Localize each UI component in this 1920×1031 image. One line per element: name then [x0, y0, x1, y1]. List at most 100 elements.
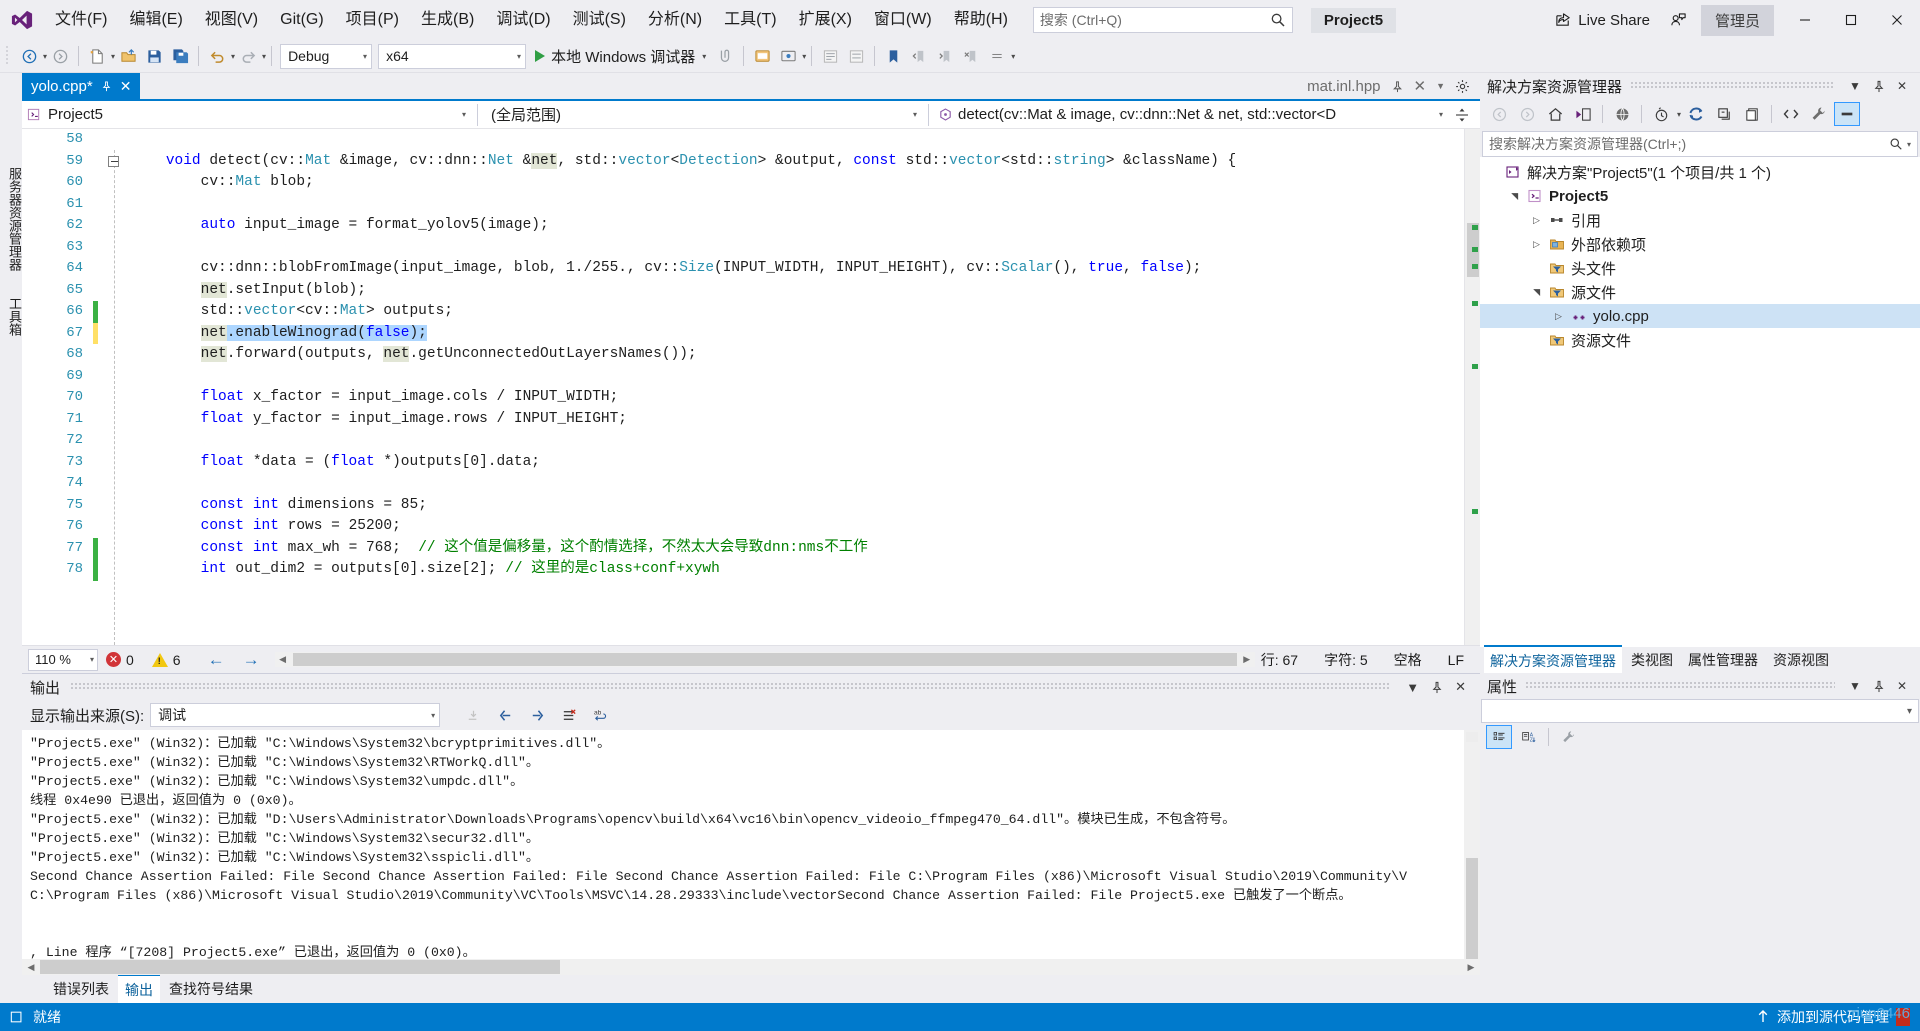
code-line[interactable]	[128, 366, 1464, 388]
source-control-upload-icon[interactable]	[1756, 1009, 1770, 1025]
output-source-combo[interactable]: 调试 ▾	[150, 703, 441, 727]
tab-property-manager[interactable]: 属性管理器	[1682, 646, 1764, 674]
save-button[interactable]	[141, 43, 167, 69]
code-line[interactable]	[128, 473, 1464, 495]
chevron-down-icon[interactable]: ▼	[1400, 680, 1425, 695]
properties-grid[interactable]	[1480, 751, 1920, 1003]
tab-error-list[interactable]: 错误列表	[46, 975, 116, 1003]
split-view-icon[interactable]	[1449, 107, 1475, 123]
save-all-button[interactable]	[167, 43, 193, 69]
send-feedback-button[interactable]	[1660, 0, 1697, 40]
show-all-files-icon[interactable]	[1609, 102, 1635, 126]
clear-bookmarks-button[interactable]	[958, 43, 984, 69]
menu-analyze[interactable]: 分析(N)	[637, 0, 713, 40]
close-icon[interactable]: ✕	[1891, 79, 1913, 93]
forward-icon[interactable]	[1514, 102, 1540, 126]
menu-help[interactable]: 帮助(H)	[943, 0, 1019, 40]
previous-message-icon[interactable]	[492, 703, 518, 727]
close-icon[interactable]: ✕	[1449, 679, 1472, 695]
redo-button[interactable]	[235, 43, 261, 69]
chevron-down-icon[interactable]: ▾	[1677, 110, 1681, 119]
maximize-button[interactable]	[1828, 0, 1874, 40]
code-text[interactable]: void detect(cv::Mat &image, cv::dnn::Net…	[128, 129, 1464, 645]
code-line[interactable]	[128, 129, 1464, 151]
live-preview-button[interactable]	[775, 43, 801, 69]
tab-output[interactable]: 输出	[118, 974, 160, 1004]
code-editor[interactable]: 58 59 60 61 62 63 64 65 66 67 68 69 70 71 72 73 74 75 76 77…	[22, 129, 1480, 645]
properties-icon[interactable]	[1806, 102, 1832, 126]
whitespace-mode[interactable]: 空格	[1394, 650, 1422, 670]
collapse-all-icon[interactable]	[1711, 102, 1737, 126]
previous-bookmark-button[interactable]	[906, 43, 932, 69]
expander-collapsed-icon[interactable]: ▷	[1552, 311, 1565, 322]
tree-item[interactable]: 解决方案"Project5"(1 个项目/共 1 个)	[1480, 160, 1920, 184]
navigate-forward-button[interactable]	[47, 43, 73, 69]
minimize-button[interactable]	[1782, 0, 1828, 40]
categorized-icon[interactable]	[1486, 725, 1512, 749]
scroll-right-icon[interactable]: ▶	[1462, 962, 1480, 973]
property-pages-icon[interactable]	[1556, 725, 1582, 749]
redo-dropdown-icon[interactable]: ▾	[262, 52, 266, 61]
start-debugging-button[interactable]: 本地 Windows 调试器 ▾	[529, 43, 712, 69]
chevron-down-icon[interactable]: ▾	[702, 52, 706, 61]
error-count[interactable]: ✕ 0	[106, 652, 134, 668]
toolbar-options-button[interactable]	[984, 43, 1010, 69]
code-line[interactable]	[128, 237, 1464, 259]
code-line-selected[interactable]: net.enableWinograd(false);	[128, 323, 1464, 345]
tree-item[interactable]: 资源文件	[1480, 328, 1920, 352]
collapse-region-icon[interactable]	[108, 156, 119, 167]
solution-configuration-combo[interactable]: Debug ▾	[280, 43, 373, 69]
line-ending-mode[interactable]: LF	[1448, 652, 1464, 668]
tab-yolo-cpp[interactable]: yolo.cpp* ✕	[22, 73, 141, 99]
quick-launch-search[interactable]: 搜索 (Ctrl+Q)	[1032, 7, 1293, 33]
tree-item-selected[interactable]: ▷ yolo.cpp	[1480, 304, 1920, 328]
menu-extensions[interactable]: 扩展(X)	[788, 0, 863, 40]
tree-item[interactable]: ◢ 源文件	[1480, 280, 1920, 304]
solution-explorer-search-input[interactable]: 搜索解决方案资源管理器(Ctrl+;) ▾	[1482, 131, 1918, 157]
zoom-level-combo[interactable]: 110 % ▾	[28, 648, 98, 671]
code-line[interactable]: int out_dim2 = outputs[0].size[2]; // 这里…	[128, 559, 1464, 581]
close-icon[interactable]: ✕	[1891, 679, 1913, 693]
code-line[interactable]: cv::dnn::blobFromImage(input_image, blob…	[128, 258, 1464, 280]
output-vertical-scrollbar[interactable]	[1464, 730, 1480, 968]
drag-handle[interactable]	[1630, 82, 1836, 90]
expander-collapsed-icon[interactable]: ▷	[1530, 215, 1543, 226]
expander-expanded-icon[interactable]: ◢	[1531, 286, 1542, 299]
tab-solution-explorer[interactable]: 解决方案资源管理器	[1484, 645, 1622, 675]
menu-tools[interactable]: 工具(T)	[713, 0, 787, 40]
solution-platform-combo[interactable]: x64 ▾	[378, 43, 527, 69]
inactive-tab-mat-inl-hpp[interactable]: mat.inl.hpp	[1307, 78, 1380, 95]
gear-icon[interactable]	[1455, 79, 1470, 94]
preview-selected-items-icon[interactable]	[1834, 102, 1861, 126]
clear-all-icon[interactable]	[556, 703, 582, 727]
code-line[interactable]	[128, 194, 1464, 216]
next-bookmark-button[interactable]	[932, 43, 958, 69]
close-icon[interactable]: ✕	[1414, 77, 1427, 95]
navigate-backward-button[interactable]	[16, 43, 42, 69]
code-line[interactable]: const int dimensions = 85;	[128, 495, 1464, 517]
chevron-down-icon[interactable]: ▾	[1011, 52, 1015, 61]
chevron-down-icon[interactable]: ▾	[802, 52, 806, 61]
code-line[interactable]: std::vector<cv::Mat> outputs;	[128, 301, 1464, 323]
drag-handle[interactable]	[1525, 682, 1836, 690]
account-admin-chip[interactable]: 管理员	[1700, 4, 1774, 36]
pending-changes-icon[interactable]	[1648, 102, 1674, 126]
solution-view-icon[interactable]	[1570, 102, 1596, 126]
outlining-gutter[interactable]	[102, 129, 128, 645]
live-share-button[interactable]: Live Share	[1545, 0, 1660, 40]
menu-debug[interactable]: 调试(D)	[485, 0, 561, 40]
next-message-icon[interactable]	[524, 703, 550, 727]
navbar-scope-dropdown[interactable]: (全局范围) ▾	[478, 102, 928, 128]
code-line[interactable]: const int max_wh = 768; // 这个值是偏移量，这个酌情选…	[128, 538, 1464, 560]
expander-collapsed-icon[interactable]: ▷	[1530, 239, 1543, 250]
chevron-down-icon[interactable]: ▼	[1843, 79, 1867, 93]
bookmark-button[interactable]	[880, 43, 906, 69]
pin-icon[interactable]	[1391, 80, 1404, 93]
tree-item[interactable]: 头文件	[1480, 256, 1920, 280]
tab-class-view[interactable]: 类视图	[1625, 646, 1679, 674]
scroll-left-icon[interactable]: ◀	[22, 962, 40, 973]
previous-error-button[interactable]: ←	[199, 650, 234, 670]
chevron-down-icon[interactable]: ▼	[1436, 81, 1445, 91]
output-text-area[interactable]: "Project5.exe" (Win32)：已加载 "C:\Windows\S…	[22, 730, 1480, 968]
open-file-button[interactable]	[115, 43, 141, 69]
